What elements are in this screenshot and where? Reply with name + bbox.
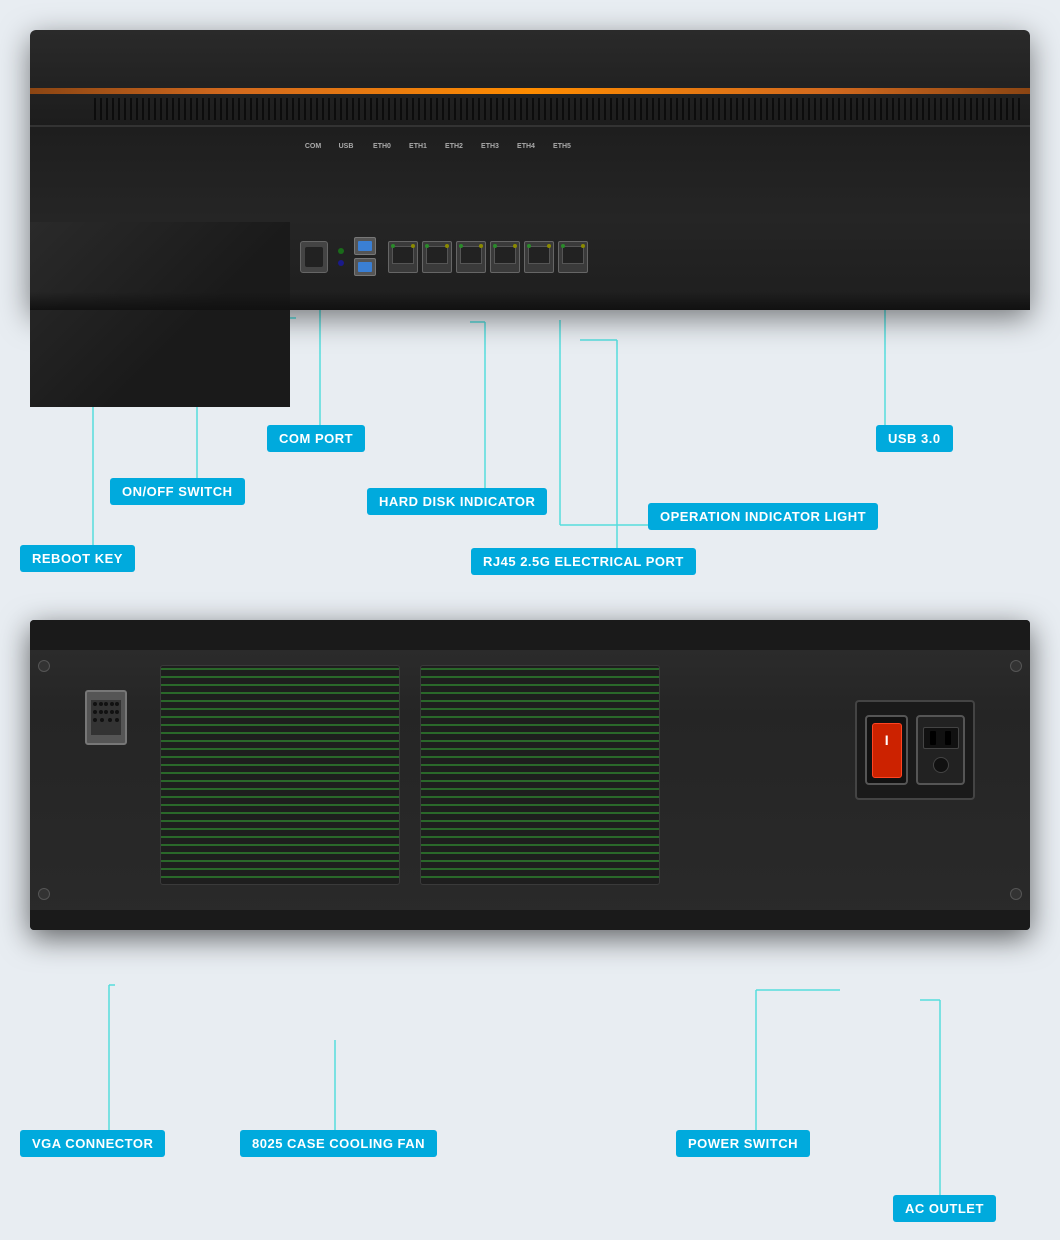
eth4-led-right	[547, 244, 551, 248]
usb-ports	[354, 237, 376, 276]
usb-label-small: USB	[339, 143, 354, 150]
eth2-led-right	[479, 244, 483, 248]
eth3-led-left	[493, 244, 497, 248]
screw-tl	[38, 660, 50, 672]
fan-grille-2	[420, 665, 660, 885]
vga-row3	[91, 716, 121, 724]
eth-port-5	[558, 241, 588, 273]
fan-grille-2-inner	[421, 666, 659, 884]
vga-hole	[104, 710, 108, 714]
top-vent	[90, 98, 1020, 120]
hdd-led	[338, 248, 344, 254]
ac-outlet-label: AC OUTLET	[893, 1195, 996, 1222]
eth5-label: ETH5	[553, 143, 571, 150]
hard-disk-indicator-label: HARD DISK INDICATOR	[367, 488, 547, 515]
reboot-key-label: REBOOT KEY	[20, 545, 135, 572]
on-off-switch-label: ON/OFF SWITCH	[110, 478, 245, 505]
screw-br	[1010, 888, 1022, 900]
ac-ground	[933, 757, 949, 773]
operation-indicator-light-label: OPERATION INDICATOR LIGHT	[648, 503, 878, 530]
eth3-led-right	[513, 244, 517, 248]
power-area	[855, 700, 975, 800]
orange-stripe	[30, 88, 1030, 94]
vga-hole	[93, 702, 97, 706]
vga-hole	[110, 710, 114, 714]
vga-inner	[91, 700, 121, 735]
eth3-label: ETH3	[481, 143, 499, 150]
vga-hole	[110, 702, 114, 706]
bottom-bottom-bar	[30, 910, 1030, 930]
eth4-led-left	[527, 244, 531, 248]
vga-port	[85, 690, 127, 745]
bottom-top-bar	[30, 620, 1030, 650]
bottom-device-body	[30, 620, 1030, 930]
top-device: COM USB ETH0 ETH1 ETH2 ETH3 ETH4	[30, 30, 1030, 390]
vga-hole	[100, 718, 104, 722]
vga-hole	[115, 710, 119, 714]
eth1-label: ETH1	[409, 143, 427, 150]
vga-hole	[108, 718, 112, 722]
usb-port-2	[354, 258, 376, 276]
eth-port-4	[524, 241, 554, 273]
vga-hole	[104, 702, 108, 706]
vga-hole	[99, 702, 103, 706]
eth-ports	[388, 241, 588, 273]
bottom-device	[30, 620, 1030, 990]
eth-port-1	[422, 241, 452, 273]
vga-row2	[91, 708, 121, 716]
eth0-label: ETH0	[373, 143, 391, 150]
power-switch-button	[865, 715, 908, 785]
screw-tr	[1010, 660, 1022, 672]
power-switch-label: POWER SWITCH	[676, 1130, 810, 1157]
op-led	[338, 260, 344, 266]
com-label-small: COM	[305, 143, 321, 150]
ac-hole-right	[945, 731, 951, 745]
eth-port-0	[388, 241, 418, 273]
power-rocker	[872, 723, 902, 778]
cooling-fan-label: 8025 CASE COOLING FAN	[240, 1130, 437, 1157]
eth4-label: ETH4	[517, 143, 535, 150]
com-port-label: COM PORT	[267, 425, 365, 452]
angled-left	[30, 222, 290, 407]
com-port-connector	[300, 241, 328, 273]
front-face: COM USB ETH0 ETH1 ETH2 ETH3 ETH4	[30, 125, 1030, 310]
fan-grille-1-inner	[161, 666, 399, 884]
eth2-label: ETH2	[445, 143, 463, 150]
ac-outlet-connector	[916, 715, 965, 785]
vga-connector-label: VGA CONNECTOR	[20, 1130, 165, 1157]
screw-bl	[38, 888, 50, 900]
fan-grille-1	[160, 665, 400, 885]
eth2-led-left	[459, 244, 463, 248]
eth-port-2	[456, 241, 486, 273]
top-device-body: COM USB ETH0 ETH1 ETH2 ETH3 ETH4	[30, 30, 1030, 310]
eth5-led-left	[561, 244, 565, 248]
eth1-led-right	[445, 244, 449, 248]
eth0-led-left	[391, 244, 395, 248]
ac-top-section	[923, 727, 959, 749]
eth-port-3	[490, 241, 520, 273]
ac-hole-left	[930, 731, 936, 745]
eth5-led-right	[581, 244, 585, 248]
eth0-led-right	[411, 244, 415, 248]
eth1-led-left	[425, 244, 429, 248]
ports-area	[300, 237, 588, 276]
usb3-label: USB 3.0	[876, 425, 953, 452]
vga-hole	[93, 710, 97, 714]
rj45-label: RJ45 2.5G ELECTRICAL PORT	[471, 548, 696, 575]
usb-port-1	[354, 237, 376, 255]
vga-row1	[91, 700, 121, 708]
vga-hole	[93, 718, 97, 722]
vga-hole	[99, 710, 103, 714]
led-indicators	[338, 248, 344, 266]
vga-hole	[115, 702, 119, 706]
vga-hole	[115, 718, 119, 722]
bottom-shadow	[30, 292, 1030, 310]
